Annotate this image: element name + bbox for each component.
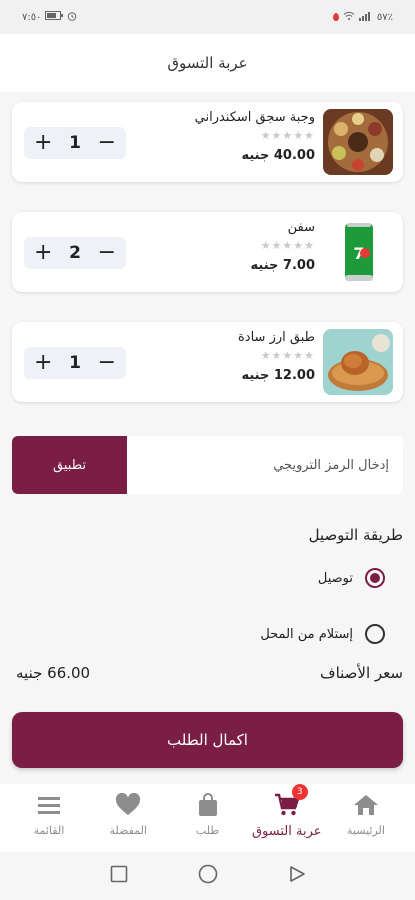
status-left: ٧:٥٠ [22, 11, 77, 24]
increase-button[interactable]: + [34, 352, 52, 374]
nav-label: القائمة [33, 824, 65, 837]
quantity-stepper: + 2 − [24, 237, 126, 269]
increase-button[interactable]: + [34, 242, 52, 264]
star-rating: ★★★★★ [260, 239, 315, 252]
home-icon [353, 792, 379, 818]
menu-icon [36, 792, 62, 818]
promo-code-input[interactable] [127, 436, 403, 494]
nav-item-favorites[interactable]: المفضلة [89, 784, 167, 852]
status-time: ٧:٥٠ [22, 11, 42, 23]
bag-icon [195, 792, 221, 818]
nav-item-menu[interactable]: القائمة [10, 784, 88, 852]
price-value: 40.00 [273, 148, 315, 163]
status-bar: ٧:٥٠ ٥٧٪ [0, 0, 415, 34]
item-name: سفن [287, 220, 315, 235]
nav-item-order[interactable]: طلب [169, 784, 247, 852]
home-circle-icon[interactable] [198, 864, 218, 888]
price-value: 12.00 [273, 368, 315, 383]
back-icon[interactable] [288, 865, 306, 887]
item-name: طبق ارز سادة [238, 330, 315, 345]
delivery-method-title: طريقة التوصيل [308, 526, 403, 544]
heart-icon [115, 792, 141, 818]
product-image-sausage-meal[interactable] [323, 109, 393, 175]
quantity-value: 2 [69, 243, 81, 263]
decrease-button[interactable]: − [98, 132, 116, 154]
battery-level: ٥٧٪ [376, 11, 393, 23]
delivery-option-label: إستلام من المحل [260, 626, 353, 642]
item-price: 7.00 جنيه [155, 258, 315, 273]
cart-item: 7 سفن ★★★★★ 7.00 جنيه + 2 − [12, 212, 403, 292]
decrease-button[interactable]: − [98, 352, 116, 374]
alarm-icon [67, 11, 77, 24]
bottom-nav: القائمة المفضلة طلب 3 عربة التسوق الرئيس… [0, 784, 415, 852]
location-icon [332, 13, 339, 21]
price-currency: جنيه [250, 258, 279, 273]
radio-selected-icon[interactable] [365, 568, 385, 588]
recents-icon[interactable] [110, 865, 128, 887]
delivery-option-pickup[interactable]: إستلام من المحل [260, 624, 385, 644]
signal-icon [358, 11, 373, 24]
quantity-value: 1 [69, 133, 81, 153]
top-bar: عربة التسوق [0, 34, 415, 92]
nav-label: الرئيسية [347, 824, 385, 837]
item-info: سفن ★★★★★ 7.00 جنيه [155, 220, 315, 273]
checkout-button[interactable]: اكمال الطلب [12, 712, 403, 768]
item-info: وجبة سجق اسكندراني ★★★★★ 40.00 جنيه [155, 110, 315, 163]
apply-promo-button[interactable]: تطبيق [12, 436, 127, 494]
delivery-option-delivery[interactable]: توصيل [318, 568, 385, 588]
quantity-stepper: + 1 − [24, 127, 126, 159]
star-rating: ★★★★★ [260, 349, 315, 362]
total-amount: 66.00 [47, 664, 91, 682]
item-info: طبق ارز سادة ★★★★★ 12.00 جنيه [155, 330, 315, 383]
total-currency: جنيه [16, 664, 43, 682]
cart-item: وجبة سجق اسكندراني ★★★★★ 40.00 جنيه + 1 … [12, 102, 403, 182]
promo-code-box: تطبيق [12, 436, 403, 494]
quantity-value: 1 [69, 353, 81, 373]
price-value: 7.00 [282, 258, 315, 273]
increase-button[interactable]: + [34, 132, 52, 154]
total-label: سعر الأصناف [320, 664, 403, 682]
status-right: ٥٧٪ [332, 11, 393, 24]
nav-label: عربة التسوق [251, 824, 322, 839]
star-rating: ★★★★★ [260, 129, 315, 142]
price-currency: جنيه [241, 148, 270, 163]
quantity-stepper: + 1 − [24, 347, 126, 379]
nav-label: طلب [195, 824, 220, 837]
decrease-button[interactable]: − [98, 242, 116, 264]
item-name: وجبة سجق اسكندراني [194, 110, 315, 125]
total-value: 66.00 جنيه [16, 664, 90, 682]
page-title: عربة التسوق [167, 54, 248, 72]
nav-item-home[interactable]: الرئيسية [327, 784, 405, 852]
price-currency: جنيه [241, 368, 270, 383]
nav-label: المفضلة [109, 824, 147, 837]
battery-icon [45, 11, 64, 23]
system-nav-bar [0, 852, 415, 900]
delivery-option-label: توصيل [317, 570, 353, 586]
radio-unselected-icon[interactable] [365, 624, 385, 644]
cart-count-badge: 3 [291, 784, 308, 800]
nav-item-cart[interactable]: 3 عربة التسوق [248, 784, 326, 852]
product-image-7up-can[interactable]: 7 [323, 219, 393, 285]
wifi-icon [343, 11, 355, 24]
cart-item: طبق ارز سادة ★★★★★ 12.00 جنيه + 1 − [12, 322, 403, 402]
product-image-rice-plate[interactable] [323, 329, 393, 395]
item-price: 12.00 جنيه [155, 368, 315, 383]
items-total: 66.00 جنيه سعر الأصناف [16, 664, 403, 682]
item-price: 40.00 جنيه [155, 148, 315, 163]
